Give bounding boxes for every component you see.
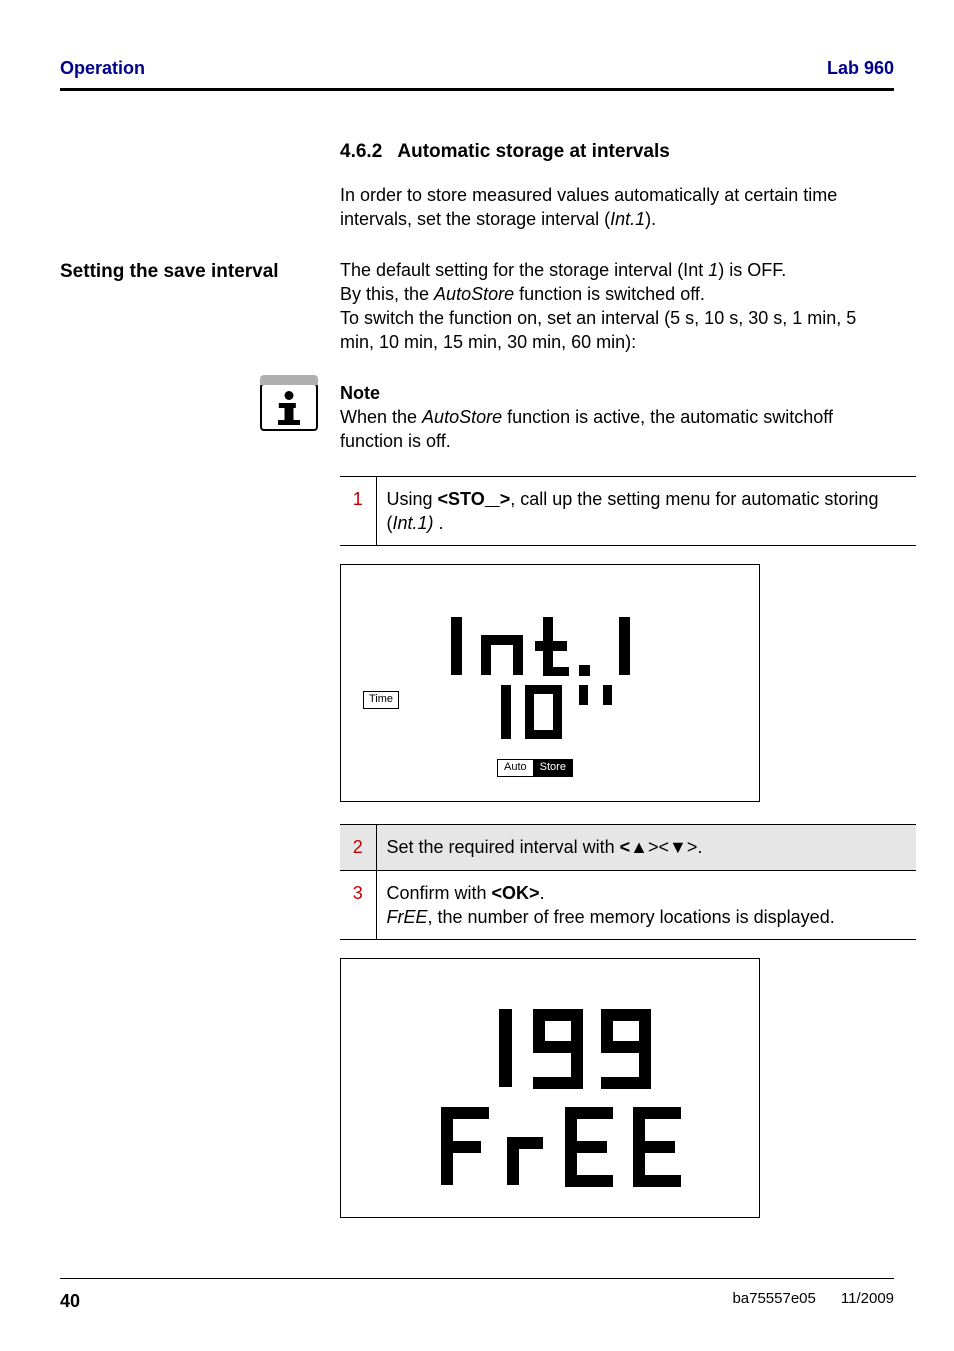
header-model: Lab 960 — [827, 56, 894, 80]
note-title: Note — [340, 383, 380, 403]
footer-right: ba75557e05 11/2009 — [732, 1289, 894, 1313]
note-body: When the AutoStore function is active, t… — [340, 407, 833, 451]
page-number: 40 — [60, 1289, 80, 1313]
step-text: Confirm with <OK>.FrEE, the number of fr… — [376, 870, 916, 940]
intro-paragraph: In order to store measured values automa… — [340, 183, 894, 232]
seven-seg-199 — [493, 1003, 693, 1093]
info-icon — [260, 383, 318, 431]
step-text: Set the required interval with <▲><▼>. — [376, 825, 916, 870]
save-interval-body: The default setting for the storage inte… — [340, 258, 894, 355]
section-heading: 4.6.2 Automatic storage at intervals — [340, 139, 894, 165]
step-table-1: 1 Using <STO >, call up the setting menu… — [340, 476, 916, 547]
heading-number: 4.6.2 — [340, 141, 382, 162]
doc-id: ba75557e05 — [732, 1290, 815, 1307]
step-number: 3 — [340, 870, 376, 940]
lcd-display-1: Time — [340, 564, 760, 802]
auto-label: Auto — [497, 759, 534, 777]
side-label: Setting the save interval — [60, 258, 340, 355]
step-table-2: 2 Set the required interval with <▲><▼>.… — [340, 824, 916, 940]
seven-seg-free — [437, 1101, 717, 1191]
doc-date: 11/2009 — [841, 1290, 894, 1307]
seven-seg-10i1 — [501, 681, 701, 745]
autostore-tag: Auto Store — [497, 759, 573, 777]
header-section: Operation — [60, 56, 145, 80]
step-number: 1 — [340, 476, 376, 546]
heading-title: Automatic storage at intervals — [397, 141, 669, 162]
time-tag: Time — [363, 691, 399, 709]
store-label: Store — [534, 759, 573, 777]
step-text: Using <STO >, call up the setting menu f… — [376, 476, 916, 546]
lcd-display-2 — [340, 958, 760, 1218]
step-number: 2 — [340, 825, 376, 870]
seven-seg-int1 — [451, 611, 701, 681]
